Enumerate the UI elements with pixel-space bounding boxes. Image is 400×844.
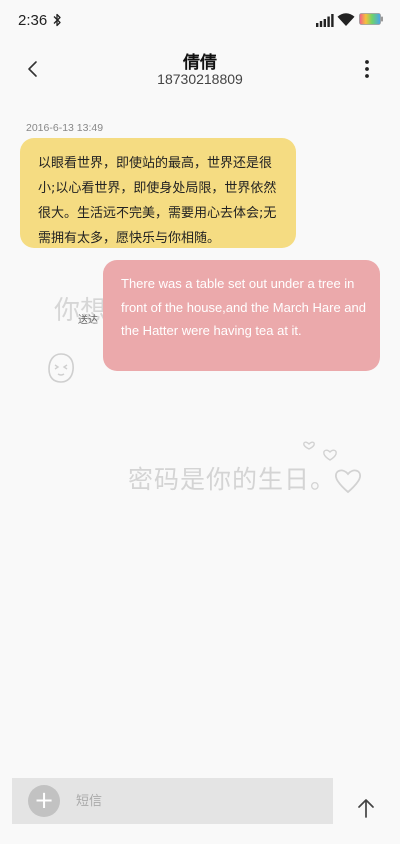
signal-icon: [316, 14, 334, 27]
status-time: 2:36: [18, 12, 48, 29]
incoming-message-bubble[interactable]: 以眼看世界，即使站的最高，世界还是很小;以心看世界，即使身处局限，世界依然很大。…: [20, 138, 296, 248]
contact-name: 倩倩: [183, 53, 217, 73]
send-arrow-icon[interactable]: [356, 797, 376, 819]
status-bar: 2:36: [0, 0, 400, 40]
add-attachment-button[interactable]: +: [28, 785, 60, 817]
face-doodle-icon: [48, 353, 74, 383]
delivery-status: 送达: [78, 315, 98, 326]
conversation-header: 倩倩 18730218809: [0, 40, 400, 100]
hearts-doodle-icon: [303, 441, 361, 494]
message-timestamp: 2016-6-13 13:49: [26, 122, 104, 134]
more-vertical-icon[interactable]: [360, 58, 374, 80]
bluetooth-icon: [53, 13, 61, 27]
battery-icon: [359, 13, 383, 25]
sms-input[interactable]: [72, 786, 330, 816]
outgoing-message-bubble[interactable]: There was a table set out under a tree i…: [103, 260, 380, 371]
contact-phone-number: 18730218809: [157, 71, 243, 87]
message-composer: +: [12, 778, 333, 824]
wifi-icon: [337, 13, 355, 26]
add-icon: +: [33, 786, 55, 814]
